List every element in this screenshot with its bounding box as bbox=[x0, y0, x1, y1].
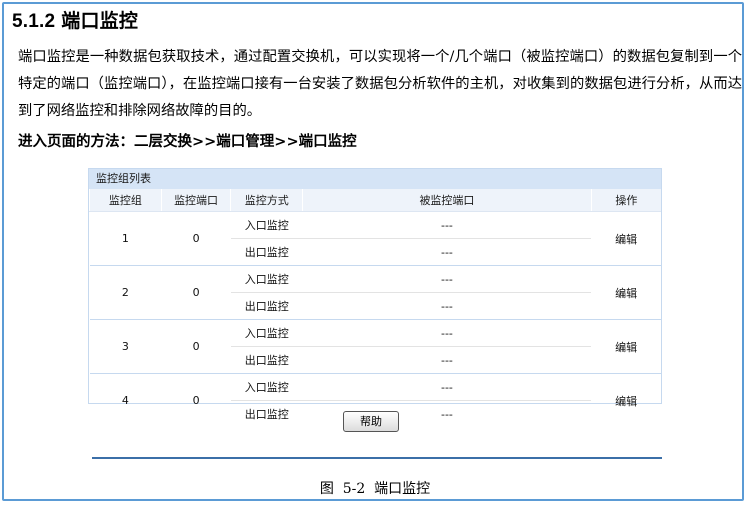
header-monitored-ports: 被监控端口 bbox=[302, 189, 592, 212]
group-port: 0 bbox=[192, 394, 200, 407]
panel-title: 监控组列表 bbox=[89, 169, 661, 189]
ingress-label: 入口监控 bbox=[230, 319, 303, 347]
caption-divider bbox=[92, 457, 662, 459]
group-id: 1 bbox=[89, 211, 162, 266]
intro-paragraph: 端口监控是一种数据包获取技术，通过配置交换机，可以实现将一个/几个端口（被监控端… bbox=[18, 49, 742, 119]
egress-label: 出口监控 bbox=[244, 408, 289, 421]
ingress-ports: --- bbox=[302, 211, 592, 239]
table-row: 4 0 入口监控 --- 编辑 bbox=[90, 373, 662, 408]
ingress-label: 入口监控 bbox=[230, 265, 303, 293]
table-row: 3 0 入口监控 --- 编辑 bbox=[89, 319, 661, 374]
edit-link[interactable]: 编辑 bbox=[591, 374, 661, 428]
ingress-ports: --- bbox=[302, 319, 592, 347]
table-row: 2 0 入口监控 --- 编辑 bbox=[89, 265, 661, 320]
group-port: 0 bbox=[161, 319, 231, 374]
edit-link[interactable]: 编辑 bbox=[591, 265, 661, 320]
header-monitor-mode: 监控方式 bbox=[230, 189, 303, 212]
group-port: 0 bbox=[161, 265, 231, 320]
header-monitor-port: 监控端口 bbox=[160, 189, 231, 212]
egress-ports: --- bbox=[302, 238, 592, 266]
egress-label: 出口监控 bbox=[230, 346, 303, 374]
egress-ports: --- bbox=[302, 346, 592, 374]
ingress-label: 入口监控 bbox=[230, 373, 303, 401]
section-title: 端口监控 bbox=[61, 10, 139, 32]
section-heading: 5.1.2 端口监控 bbox=[12, 6, 138, 33]
group-port: 0 bbox=[161, 211, 231, 266]
ingress-ports: --- bbox=[302, 373, 592, 401]
group-id: 3 bbox=[89, 319, 162, 374]
monitor-group-table: 监控组 监控端口 监控方式 被监控端口 操作 1 0 入口监控 --- 编辑 出… bbox=[89, 189, 661, 427]
ingress-ports: --- bbox=[302, 265, 592, 293]
egress-label: 出口监控 bbox=[230, 292, 303, 320]
egress-label: 出口监控 bbox=[230, 238, 303, 266]
edit-link[interactable]: 编辑 bbox=[591, 319, 661, 374]
edit-link[interactable]: 编辑 bbox=[591, 211, 661, 266]
group-id: 4 bbox=[121, 394, 129, 407]
table-row: 1 0 入口监控 --- 编辑 bbox=[89, 211, 661, 266]
header-group: 监控组 bbox=[89, 189, 162, 212]
section-number: 5.1.2 bbox=[12, 11, 56, 32]
monitor-group-panel: 监控组列表 监控组 监控端口 监控方式 被监控端口 操作 1 0 入口监控 --… bbox=[88, 168, 662, 421]
navigation-path: 进入页面的方法：二层交换>>端口管理>>端口监控 bbox=[18, 134, 357, 150]
group-id: 2 bbox=[89, 265, 162, 320]
ingress-label: 入口监控 bbox=[230, 211, 303, 239]
help-button[interactable]: 帮助 bbox=[343, 411, 399, 432]
table-header-row: 监控组 监控端口 监控方式 被监控端口 操作 bbox=[89, 189, 661, 212]
egress-ports: --- bbox=[302, 292, 592, 320]
figure-caption: 图 5-2 端口监控 bbox=[319, 481, 431, 497]
header-action: 操作 bbox=[590, 189, 661, 212]
